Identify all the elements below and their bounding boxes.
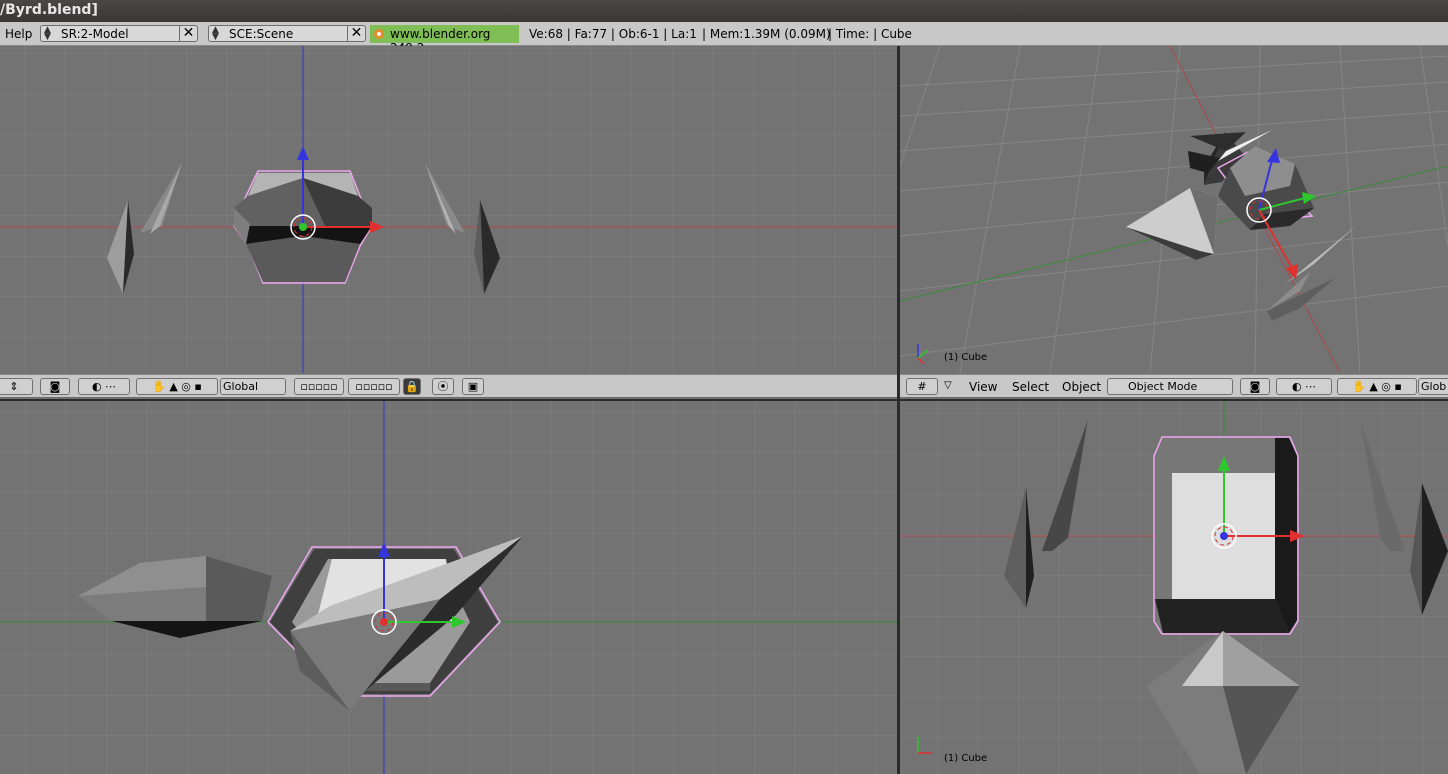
time-stats: | Time: | Cube [828, 27, 912, 41]
help-menu[interactable]: Help [5, 27, 32, 41]
updown-arrow-icon: ▲ ▼ [212, 25, 219, 42]
viewport-object-label: (1) Cube [944, 753, 988, 764]
scene-stats: Ve:68 | Fa:77 | Ob:6-1 | La:1 [529, 27, 697, 41]
mode-select[interactable]: Object Mode [1107, 378, 1233, 395]
viewport-camera[interactable]: (1) Cube [900, 46, 1448, 373]
pivot-icon[interactable]: ◐ ⋯ [1276, 378, 1332, 395]
orientation-select[interactable]: Global [220, 378, 286, 395]
layer-buttons-1[interactable]: ▫▫▫▫▫ [294, 378, 344, 395]
snap-icon[interactable]: ⦿ [432, 378, 454, 395]
front-view-canvas[interactable] [0, 46, 897, 373]
object-shading-icon[interactable]: ◙ [40, 378, 70, 395]
view-menu[interactable]: View [969, 380, 997, 394]
updown-arrow-icon: ▲ ▼ [44, 25, 51, 42]
viewport-top[interactable] [0, 401, 897, 774]
blender-url-badge[interactable]: www.blender.org 249.2 [370, 25, 519, 55]
viewport-header-left: ⇕ ◙ ◐ ⋯ ✋ ▲ ◎ ▪ Global ▫▫▫▫▫ ▫▫▫▫▫ 🔒 ⦿ ▣ [0, 374, 897, 398]
select-menu[interactable]: Select [1012, 380, 1049, 394]
layer-buttons-2[interactable]: ▫▫▫▫▫ [348, 378, 400, 395]
window-titlebar: /Byrd.blend] [0, 0, 1448, 22]
viewport-side[interactable]: (1) Cube [900, 401, 1448, 774]
memory-stats: | Mem:1.39M (0.09M) [702, 27, 831, 41]
window-title: /Byrd.blend] [0, 2, 98, 18]
viewport-header-right: # ▽ View Select Object Object Mode ◙ ◐ ⋯… [900, 374, 1448, 398]
close-icon[interactable]: ✕ [347, 25, 365, 42]
camera-view-canvas[interactable] [900, 46, 1448, 373]
object-menu[interactable]: Object [1062, 380, 1101, 394]
manipulator-toggle[interactable]: ✋ ▲ ◎ ▪ [1337, 378, 1417, 395]
screen-name: SR:2-Model [61, 27, 129, 41]
manipulator-toggle[interactable]: ✋ ▲ ◎ ▪ [136, 378, 218, 395]
close-icon[interactable]: ✕ [179, 25, 197, 42]
pivot-icon[interactable]: ◐ ⋯ [78, 378, 130, 395]
lock-icon[interactable]: 🔒 [403, 378, 421, 395]
viewport-front[interactable] [0, 46, 897, 373]
orientation-value: Global [223, 380, 259, 393]
side-view-canvas[interactable] [900, 401, 1448, 774]
viewport-object-label: (1) Cube [944, 352, 988, 363]
orientation-value: Glob [1421, 380, 1447, 393]
viewport-divider-vertical[interactable] [897, 46, 900, 774]
editor-type-icon[interactable]: # [906, 378, 938, 395]
screen-selector[interactable]: ▲ ▼ SR:2-Model ✕ [40, 25, 198, 42]
scene-name: SCE:Scene [229, 27, 294, 41]
mode-value: Object Mode [1128, 380, 1198, 393]
top-view-canvas[interactable] [0, 401, 897, 774]
orientation-select[interactable]: Glob [1418, 378, 1448, 395]
render-icon[interactable]: ▣ [462, 378, 484, 395]
viewport-divider-horizontal[interactable] [0, 399, 1448, 401]
chevron-down-icon[interactable]: ▽ [944, 380, 952, 391]
menu-collapse-button[interactable]: ⇕ [0, 378, 33, 395]
info-header: Help ▲ ▼ SR:2-Model ✕ ▲ ▼ SCE:Scene ✕ www.… [0, 22, 1448, 55]
blender-logo-icon [374, 29, 384, 39]
object-shading-icon[interactable]: ◙ [1240, 378, 1270, 395]
scene-selector[interactable]: ▲ ▼ SCE:Scene ✕ [208, 25, 366, 42]
